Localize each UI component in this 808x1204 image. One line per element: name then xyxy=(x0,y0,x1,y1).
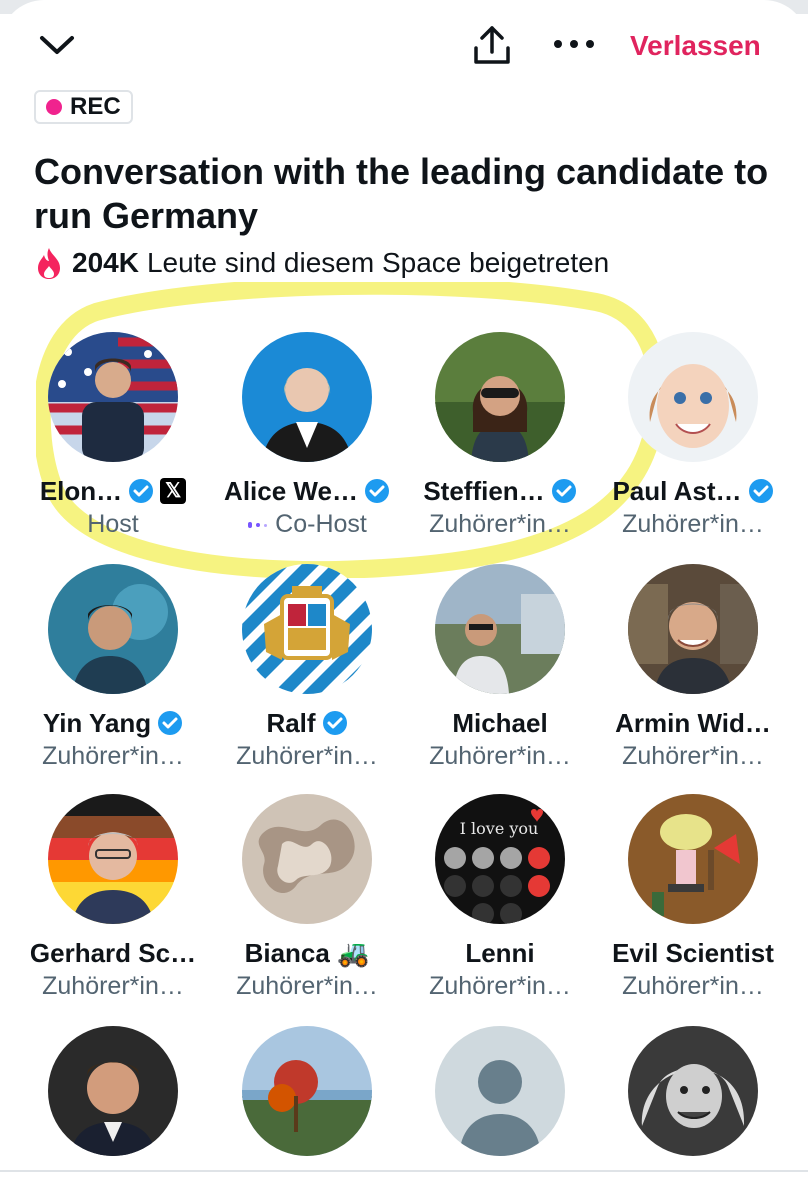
rec-label: REC xyxy=(70,93,121,120)
more-icon[interactable] xyxy=(552,34,596,54)
participant-role: Co-Host xyxy=(275,510,367,538)
avatar-image xyxy=(628,794,758,924)
participant-role: Zuhörer*in… xyxy=(236,972,378,1000)
leave-button[interactable]: Verlassen xyxy=(630,30,761,62)
participant-role-row: Co-Host xyxy=(210,510,404,539)
svg-text:I love you: I love you xyxy=(460,819,539,838)
verified-badge-icon xyxy=(364,479,389,503)
participant-name: Gerhard Sc… xyxy=(29,937,197,968)
avatar-image xyxy=(435,332,565,462)
participant-role: Host xyxy=(87,510,139,538)
rec-badge: REC xyxy=(34,90,133,124)
participant-card[interactable]: Steffien… Zuhörer*in… xyxy=(403,332,597,539)
avatar-image xyxy=(628,564,758,694)
participant-name: Evil Scientist xyxy=(612,937,774,968)
verified-badge-icon xyxy=(158,711,183,735)
participant-card[interactable]: Alice We… Co-Host xyxy=(210,332,404,539)
avatar[interactable] xyxy=(48,794,178,924)
verified-badge-icon xyxy=(551,479,576,503)
avatar-image xyxy=(628,1026,758,1156)
participant-card[interactable]: I love you Lenni Zuhörer*in… xyxy=(403,794,597,1001)
avatar[interactable] xyxy=(48,332,178,462)
avatar-image: I love you xyxy=(435,794,565,924)
avatar[interactable] xyxy=(628,564,758,694)
joined-text: Leute sind diesem Space beigetreten xyxy=(146,247,610,278)
avatar-image xyxy=(628,332,758,462)
share-icon[interactable] xyxy=(470,24,514,68)
participant-card[interactable]: Armin Wid… Zuhörer*in… xyxy=(596,564,790,771)
participant-card[interactable]: Ralf Zuhörer*in… xyxy=(210,564,404,771)
participant-card[interactable]: Elon… 𝕏 Host xyxy=(16,332,210,539)
participant-card[interactable]: Paul Ast… Zuhörer*in… xyxy=(596,332,790,539)
avatar-image xyxy=(435,1026,565,1156)
participant-role: Zuhörer*in… xyxy=(622,510,764,538)
participant-card[interactable]: Bianca 🚜 Zuhörer*in… xyxy=(210,794,404,1001)
avatar-image xyxy=(48,1026,178,1156)
participant-role: Zuhörer*in… xyxy=(429,742,571,770)
participant-name: Steffien… xyxy=(423,475,545,506)
participant-name: Paul Ast… xyxy=(612,475,742,506)
avatar[interactable] xyxy=(435,332,565,462)
participant-role: Zuhörer*in… xyxy=(236,742,378,770)
speaking-indicator-icon xyxy=(248,521,268,528)
avatar[interactable] xyxy=(48,1026,178,1156)
avatar-image xyxy=(242,1026,372,1156)
avatar-image xyxy=(242,794,372,924)
chevron-down-icon[interactable] xyxy=(38,30,76,60)
participant-name: Yin Yang xyxy=(42,707,152,738)
avatar[interactable] xyxy=(435,1026,565,1156)
joined-stats: 204K Leute sind diesem Space beigetreten xyxy=(34,246,609,280)
avatar-image xyxy=(242,332,372,462)
participant-role: Zuhörer*in… xyxy=(429,972,571,1000)
avatar[interactable] xyxy=(242,332,372,462)
participant-name: Bianca 🚜 xyxy=(244,937,370,968)
avatar[interactable] xyxy=(628,332,758,462)
participant-role: Zuhörer*in… xyxy=(622,742,764,770)
verified-badge-icon xyxy=(129,479,154,503)
avatar-image xyxy=(48,332,178,462)
verified-badge-icon xyxy=(322,711,347,735)
avatar[interactable] xyxy=(435,564,565,694)
participant-role: Zuhörer*in… xyxy=(42,972,184,1000)
participant-card[interactable]: Michael Zuhörer*in… xyxy=(403,564,597,771)
participant-name: Michael xyxy=(452,707,548,738)
bottom-edge xyxy=(0,1170,808,1200)
participant-role: Zuhörer*in… xyxy=(429,510,571,538)
fire-icon xyxy=(38,248,60,279)
participant-role: Zuhörer*in… xyxy=(42,742,184,770)
space-title: Conversation with the leading candidate … xyxy=(34,151,769,236)
participant-name: Elon… xyxy=(39,475,123,506)
avatar-image xyxy=(48,564,178,694)
avatar[interactable] xyxy=(242,564,372,694)
participant-card[interactable]: Gerhard Sc… Zuhörer*in… xyxy=(16,794,210,1001)
participant-name: Ralf xyxy=(266,707,316,738)
avatar[interactable] xyxy=(242,1026,372,1156)
participant-name: Armin Wid… xyxy=(615,707,771,738)
avatar[interactable] xyxy=(48,564,178,694)
avatar[interactable]: I love you xyxy=(435,794,565,924)
avatar[interactable] xyxy=(628,1026,758,1156)
avatar-image xyxy=(435,564,565,694)
joined-count: 204K xyxy=(72,247,139,278)
avatar[interactable] xyxy=(628,794,758,924)
participant-card[interactable]: Yin Yang Zuhörer*in… xyxy=(16,564,210,771)
participant-card[interactable]: Evil Scientist Zuhörer*in… xyxy=(596,794,790,1001)
x-logo-icon: 𝕏 xyxy=(160,478,187,504)
verified-badge-icon xyxy=(748,479,773,503)
participant-role: Zuhörer*in… xyxy=(622,972,764,1000)
participant-name: Lenni xyxy=(465,937,535,968)
avatar[interactable] xyxy=(242,794,372,924)
rec-dot-icon xyxy=(46,99,62,115)
avatar-image xyxy=(48,794,178,924)
avatar-image xyxy=(242,564,372,694)
participant-name: Alice We… xyxy=(224,475,358,506)
